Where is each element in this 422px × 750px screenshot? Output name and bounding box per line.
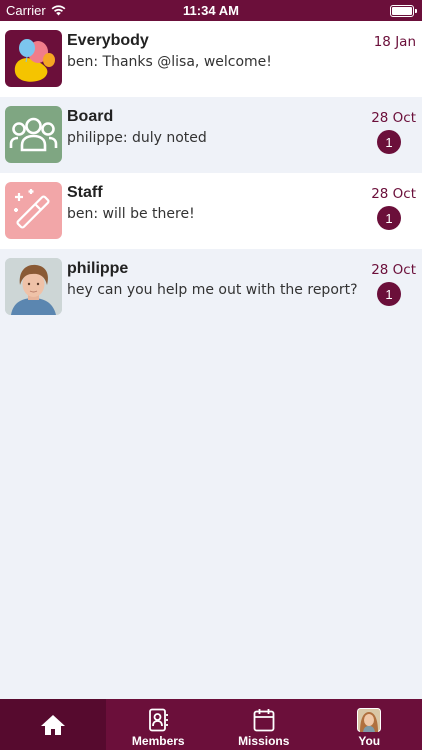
conversation-row[interactable]: Staff ben: will be there! 28 Oct 1 [0, 173, 422, 249]
conversation-row[interactable]: philippe hey can you help me out with th… [0, 249, 422, 325]
balloons-icon [5, 30, 62, 87]
user-photo-avatar [5, 258, 62, 315]
conversation-date: 28 Oct [371, 110, 416, 126]
tab-label: Missions [238, 734, 290, 748]
tab-label: Members [131, 734, 185, 748]
unread-badge: 1 [377, 130, 401, 154]
tab-bar: Members Missions You [0, 699, 422, 750]
status-bar: Carrier 11:34 AM [0, 0, 422, 21]
unread-badge: 1 [377, 206, 401, 230]
conversation-name: Everybody [67, 32, 149, 49]
conversation-last-message: ben: Thanks @lisa, welcome! [67, 54, 272, 70]
conversation-row[interactable]: Board philippe: duly noted 28 Oct 1 [0, 97, 422, 173]
conversation-name: Board [67, 108, 114, 125]
calendar-icon [253, 709, 275, 732]
conversation-name: Staff [67, 184, 103, 201]
tab-missions[interactable]: Missions [211, 699, 317, 750]
conversation-row[interactable]: Everybody ben: Thanks @lisa, welcome! 18… [0, 21, 422, 97]
conversation-last-message: philippe: duly noted [67, 130, 207, 146]
group-icon [5, 106, 62, 163]
battery-icon [390, 5, 417, 17]
contacts-icon [149, 708, 169, 732]
tab-you[interactable]: You [317, 699, 422, 750]
tab-members[interactable]: Members [106, 699, 212, 750]
conversation-name: philippe [67, 260, 129, 277]
conversation-date: 28 Oct [371, 186, 416, 202]
conversation-list: Everybody ben: Thanks @lisa, welcome! 18… [0, 21, 422, 325]
unread-badge: 1 [377, 282, 401, 306]
magic-wand-icon [5, 182, 62, 239]
tab-home[interactable] [0, 699, 106, 750]
profile-photo-icon [357, 708, 382, 732]
conversation-last-message: ben: will be there! [67, 206, 195, 222]
clock: 11:34 AM [183, 3, 239, 18]
conversation-last-message: hey can you help me out with the report? [67, 282, 358, 298]
tab-label: You [358, 734, 381, 748]
home-icon [40, 715, 65, 735]
conversation-date: 18 Jan [373, 34, 416, 50]
conversation-date: 28 Oct [371, 262, 416, 278]
